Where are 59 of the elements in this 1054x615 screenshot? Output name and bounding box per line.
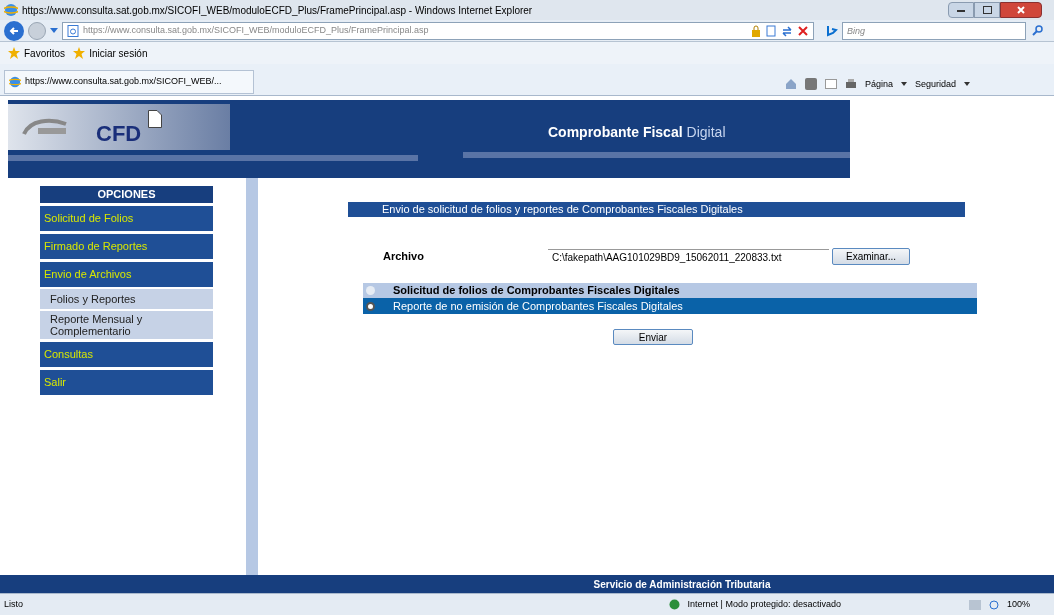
- browse-button[interactable]: Examinar...: [832, 248, 910, 265]
- close-button[interactable]: [1000, 2, 1042, 18]
- section-heading: Envio de solicitud de folios y reportes de Comprobantes Fiscales Digitales: [348, 202, 965, 217]
- option-label: Reporte de no emisión de Comprobantes Fiscales Digitales: [393, 298, 683, 314]
- zoom-level[interactable]: 100%: [1006, 597, 1030, 612]
- browser-tab[interactable]: https://www.consulta.sat.gob.mx/SICOFI_WEB/...: [4, 70, 254, 94]
- sidebar-item[interactable]: Salir: [40, 370, 213, 395]
- file-field[interactable]: C:\fakepath\AAG101029BD9_15062011_220833.txt: [548, 248, 829, 265]
- close-icon[interactable]: [1017, 6, 1025, 14]
- zone-text: Internet | Modo protegido: desactivado: [687, 597, 841, 611]
- globe-icon: [668, 599, 680, 610]
- stop-icon[interactable]: [797, 24, 809, 37]
- submit-button[interactable]: Enviar: [613, 329, 693, 345]
- sidebar-item[interactable]: Solicitud de Folios: [40, 206, 213, 231]
- browser-icon: [4, 3, 18, 17]
- file-label: Archivo: [383, 249, 425, 265]
- back-button[interactable]: [4, 20, 24, 41]
- banner-title: Comprobante Fiscal: [548, 123, 683, 142]
- zoom-icon: [988, 599, 999, 610]
- window-title: https://www.consulta.sat.gob.mx/SICOFI_WEB/moduloECFD_Plus/FramePrincipal.asp - Windows Internet Explorer: [22, 3, 533, 18]
- caret-icon[interactable]: [900, 82, 907, 87]
- sidebar-item[interactable]: Consultas: [40, 342, 213, 367]
- status-text: Listo: [4, 597, 23, 611]
- refresh-icon[interactable]: [781, 24, 793, 37]
- lock-icon: [751, 24, 761, 37]
- sidebar-item[interactable]: Firmado de Reportes: [40, 234, 213, 259]
- minimize-button[interactable]: [948, 2, 974, 18]
- caret-icon[interactable]: [964, 82, 970, 87]
- bing-logo-icon: [826, 24, 838, 37]
- document-icon: [148, 110, 162, 128]
- address-field[interactable]: https://www.consulta.sat.gob.mx/SICOFI_WEB/moduloECFD_Plus/FramePrincipal.asp: [62, 21, 814, 40]
- menu-button[interactable]: Seguridad: [914, 77, 956, 91]
- emblem-icon: [20, 116, 70, 138]
- option-label: Solicitud de folios de Comprobantes Fiscales Digitales: [393, 283, 680, 299]
- sidebar-item[interactable]: Envio de Archivos: [40, 262, 213, 287]
- favorites-link[interactable]: Iniciar sesión: [73, 45, 148, 61]
- browser-icon: [9, 76, 21, 88]
- dropdown-icon[interactable]: [50, 27, 58, 34]
- printer-icon[interactable]: [844, 78, 857, 91]
- favorites-button[interactable]: Favoritos: [8, 45, 66, 61]
- maximize-button[interactable]: [974, 2, 1000, 18]
- back-arrow-icon[interactable]: [9, 25, 19, 36]
- sidebar-title: OPCIONES: [40, 186, 213, 203]
- star-icon[interactable]: [8, 47, 20, 59]
- search-field[interactable]: Bing: [842, 21, 1026, 40]
- url-text: https://www.consulta.sat.gob.mx/SICOFI_WEB/moduloECFD_Plus/FramePrincipal.asp: [83, 23, 429, 37]
- menu-button[interactable]: Página: [864, 77, 893, 91]
- sidebar-subitem[interactable]: Reporte Mensual y Complementario: [40, 311, 213, 339]
- mail-icon[interactable]: [824, 79, 837, 90]
- radio-option[interactable]: Solicitud de folios de Comprobantes Fiscales Digitales: [363, 283, 977, 298]
- star-icon[interactable]: [73, 47, 86, 59]
- minimize-icon[interactable]: [957, 8, 965, 12]
- page-icon: [67, 24, 79, 37]
- sidebar-subitem[interactable]: Folios y Reportes: [40, 289, 213, 309]
- radio-option[interactable]: Reporte de no emisión de Comprobantes Fiscales Digitales: [363, 298, 977, 314]
- footer-bar: Servicio de Administración Tributaria: [0, 575, 1054, 593]
- banner-title-accent: Digital: [686, 123, 726, 142]
- logo-text: CFD: [96, 120, 142, 148]
- maximize-icon[interactable]: [982, 6, 992, 14]
